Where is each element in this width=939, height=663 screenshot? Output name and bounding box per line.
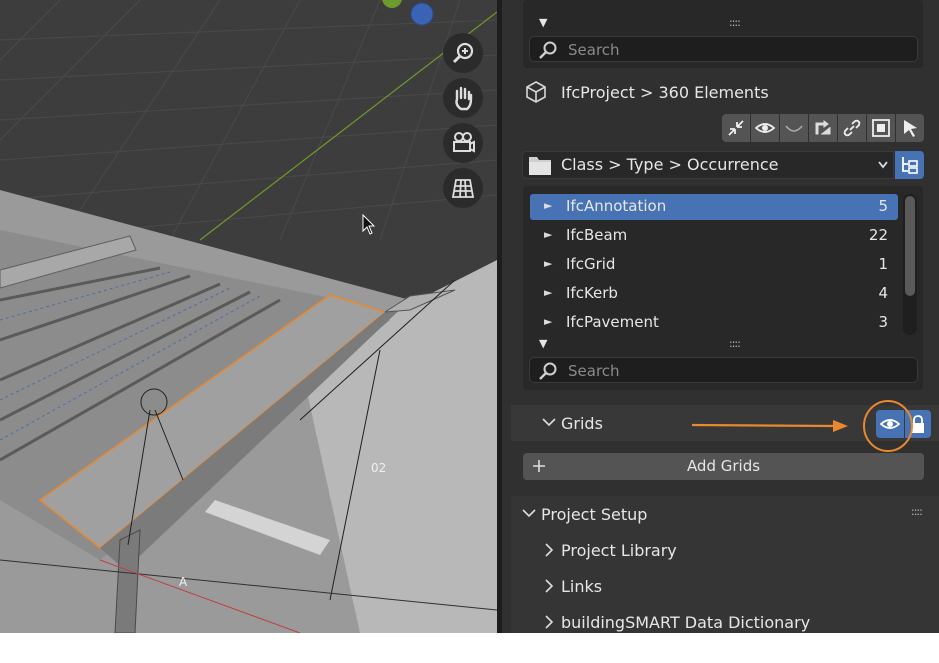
loop-icon <box>815 120 831 135</box>
cube-icon <box>526 81 546 103</box>
folder-icon <box>529 157 551 175</box>
3d-viewport[interactable]: 02 A <box>0 0 497 633</box>
list-search-input[interactable]: Search <box>529 357 918 383</box>
chevron-down-icon[interactable] <box>522 508 536 518</box>
grid-label-a: A <box>179 575 188 589</box>
pan-button[interactable] <box>443 78 483 118</box>
resize-grip-icon[interactable]: :::: <box>729 16 741 29</box>
class-name: IfcKerb <box>566 284 618 302</box>
chevron-down-icon <box>878 161 888 169</box>
project-element-count: IfcProject > 360 Elements <box>561 83 769 102</box>
scene-geometry <box>0 0 497 633</box>
class-count: 1 <box>878 255 888 273</box>
class-list-row[interactable]: ► IfcKerb 4 <box>530 281 898 307</box>
grids-title: Grids <box>561 414 603 433</box>
project-setup-item-label: Project Library <box>561 541 677 560</box>
search-icon <box>539 41 557 59</box>
expand-arrow-icon[interactable]: ► <box>544 286 552 299</box>
zoom-icon <box>452 42 474 64</box>
class-count: 5 <box>878 197 888 215</box>
loop-button[interactable] <box>809 114 837 142</box>
grid-label-02: 02 <box>371 461 387 475</box>
hierarchy-icon <box>901 157 918 174</box>
top-search-input[interactable]: Search <box>529 36 918 62</box>
link-button[interactable] <box>838 114 866 142</box>
mouse-cursor-icon <box>362 214 376 235</box>
class-list-row[interactable]: ► IfcPavement 3 <box>530 310 898 336</box>
visibility-filter-button[interactable] <box>751 114 779 142</box>
link-icon <box>843 119 861 137</box>
class-count: 3 <box>878 313 888 331</box>
project-setup-item-label: Links <box>561 577 603 596</box>
scrollbar-thumb[interactable] <box>905 196 915 296</box>
camera-view-button[interactable] <box>443 123 483 163</box>
zoom-button[interactable] <box>443 33 483 73</box>
bottom-margin <box>0 633 939 663</box>
project-setup-item[interactable]: Links <box>540 576 920 598</box>
project-setup-item[interactable]: Project Library <box>540 540 920 562</box>
add-grids-label: Add Grids <box>686 457 761 475</box>
expand-arrow-icon[interactable]: ► <box>544 228 552 241</box>
annotation-arrow <box>691 420 848 432</box>
cursor-icon <box>904 120 917 137</box>
curve-button[interactable] <box>780 114 808 142</box>
chevron-down-icon[interactable] <box>542 417 556 427</box>
highlight-ring <box>863 400 913 452</box>
class-list-row[interactable]: ► IfcBeam 22 <box>530 223 898 249</box>
hand-pan-icon <box>455 86 473 111</box>
select-box-button[interactable] <box>867 114 895 142</box>
search-placeholder: Search <box>568 362 620 380</box>
class-count: 22 <box>868 226 888 244</box>
class-name: IfcAnnotation <box>566 197 667 215</box>
search-placeholder: Search <box>568 41 620 59</box>
search-icon <box>539 362 557 380</box>
add-grids-button[interactable]: Add Grids <box>523 453 924 480</box>
curve-icon <box>785 125 803 132</box>
expand-arrow-icon[interactable]: ► <box>544 257 552 270</box>
list-scrollbar[interactable] <box>903 194 917 335</box>
class-list-row[interactable]: ► IfcAnnotation 5 <box>530 194 898 220</box>
class-count: 4 <box>878 284 888 302</box>
class-name: IfcPavement <box>566 313 659 331</box>
class-name: IfcGrid <box>566 255 616 273</box>
list-filter-toggle-icon[interactable]: ▼ <box>539 337 547 350</box>
ortho-grid-button[interactable] <box>443 168 483 208</box>
chevron-right-icon <box>545 615 554 629</box>
project-setup-item-label: buildingSMART Data Dictionary <box>561 613 811 632</box>
grid-view-icon <box>451 179 475 198</box>
camera-view-icon <box>453 132 475 153</box>
grouping-dropdown[interactable]: Class > Type > Occurrence <box>522 151 894 179</box>
select-box-icon <box>872 119 890 137</box>
class-name: IfcBeam <box>566 226 628 244</box>
project-setup-item[interactable]: buildingSMART Data Dictionary <box>540 612 920 634</box>
panel-drag-grip-icon[interactable]: :::: <box>911 505 923 518</box>
collapse-button[interactable] <box>722 114 750 142</box>
hierarchy-toggle-button[interactable] <box>895 151 924 179</box>
chevron-right-icon <box>545 543 554 557</box>
eye-icon <box>755 123 775 133</box>
list-resize-grip-icon[interactable]: :::: <box>729 337 741 350</box>
filter-toggle-icon[interactable]: ▼ <box>539 16 547 29</box>
class-list-row[interactable]: ► IfcGrid 1 <box>530 252 898 278</box>
expand-arrow-icon[interactable]: ► <box>544 199 552 212</box>
collapse-icon <box>728 120 744 136</box>
project-setup-title[interactable]: Project Setup <box>541 505 647 524</box>
grouping-selected: Class > Type > Occurrence <box>561 155 779 174</box>
expand-arrow-icon[interactable]: ► <box>544 315 552 328</box>
select-cursor-button[interactable] <box>896 114 924 142</box>
chevron-right-icon <box>545 579 554 593</box>
